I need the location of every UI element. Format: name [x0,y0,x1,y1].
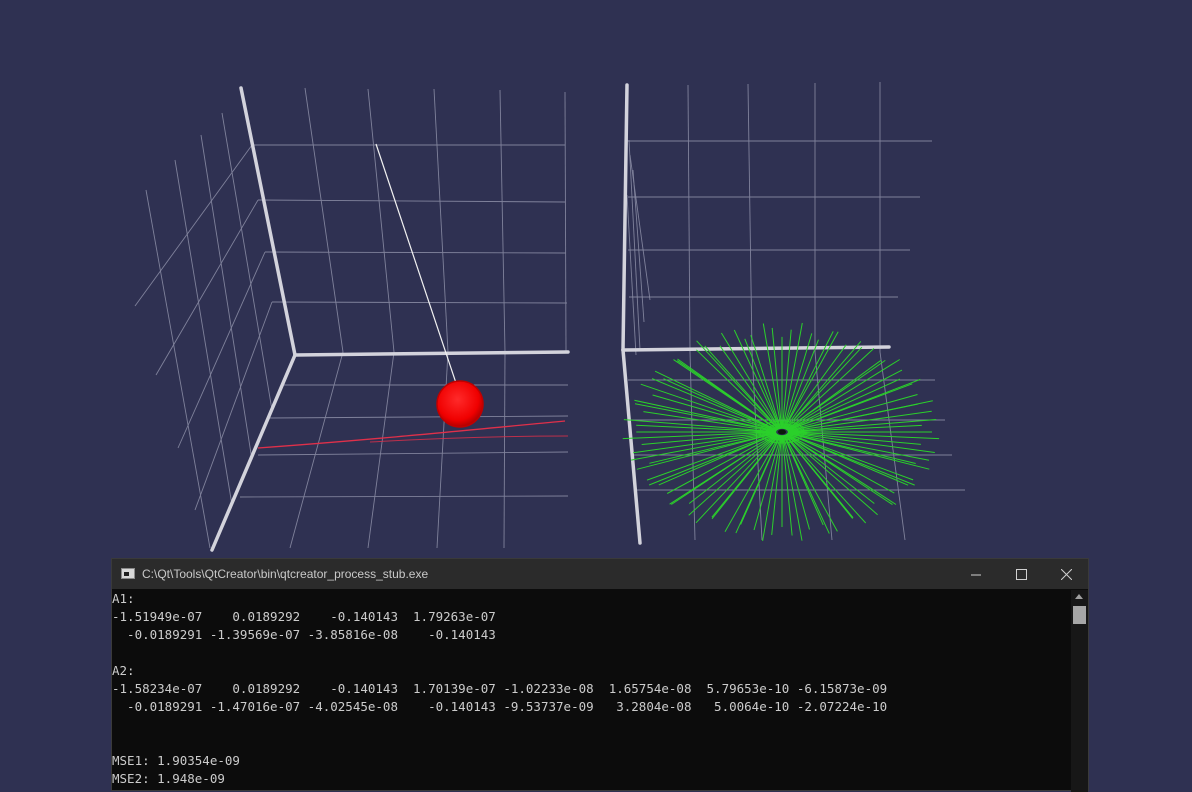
maximize-icon [1015,568,1027,580]
vector-field-center [778,429,786,435]
console-line: -0.0189291 -1.39569e-07 -3.85816e-08 -0.… [112,627,496,642]
close-button[interactable] [1043,559,1089,589]
console-app-icon [121,568,135,579]
vertical-scrollbar[interactable] [1071,590,1088,792]
console-window[interactable]: C:\Qt\Tools\QtCreator\bin\qtcreator_proc… [111,558,1089,792]
scrollbar-thumb[interactable] [1073,606,1086,624]
console-line: MSE1: 1.90354e-09 [112,753,240,768]
console-line: A2: [112,663,135,678]
console-output[interactable]: A1: -1.51949e-07 0.0189292 -0.140143 1.79… [112,590,1072,792]
window-title: C:\Qt\Tools\QtCreator\bin\qtcreator_proc… [142,567,429,581]
close-icon [1060,568,1072,580]
console-line: -0.0189291 -1.47016e-07 -4.02545e-08 -0.… [112,699,888,714]
console-line: A1: [112,591,135,606]
window-titlebar[interactable]: C:\Qt\Tools\QtCreator\bin\qtcreator_proc… [112,559,1088,589]
pendulum-bob[interactable] [436,380,484,428]
console-line: -1.58234e-07 0.0189292 -0.140143 1.70139… [112,681,888,696]
scroll-up-arrow-icon[interactable] [1075,594,1083,599]
maximize-button[interactable] [998,559,1044,589]
minimize-icon [970,574,981,575]
console-line: -1.51949e-07 0.0189292 -0.140143 1.79263… [112,609,496,624]
minimize-button[interactable] [953,559,999,589]
console-text: A1: -1.51949e-07 0.0189292 -0.140143 1.79… [112,590,1072,788]
console-line: MSE2: 1.948e-09 [112,771,225,786]
